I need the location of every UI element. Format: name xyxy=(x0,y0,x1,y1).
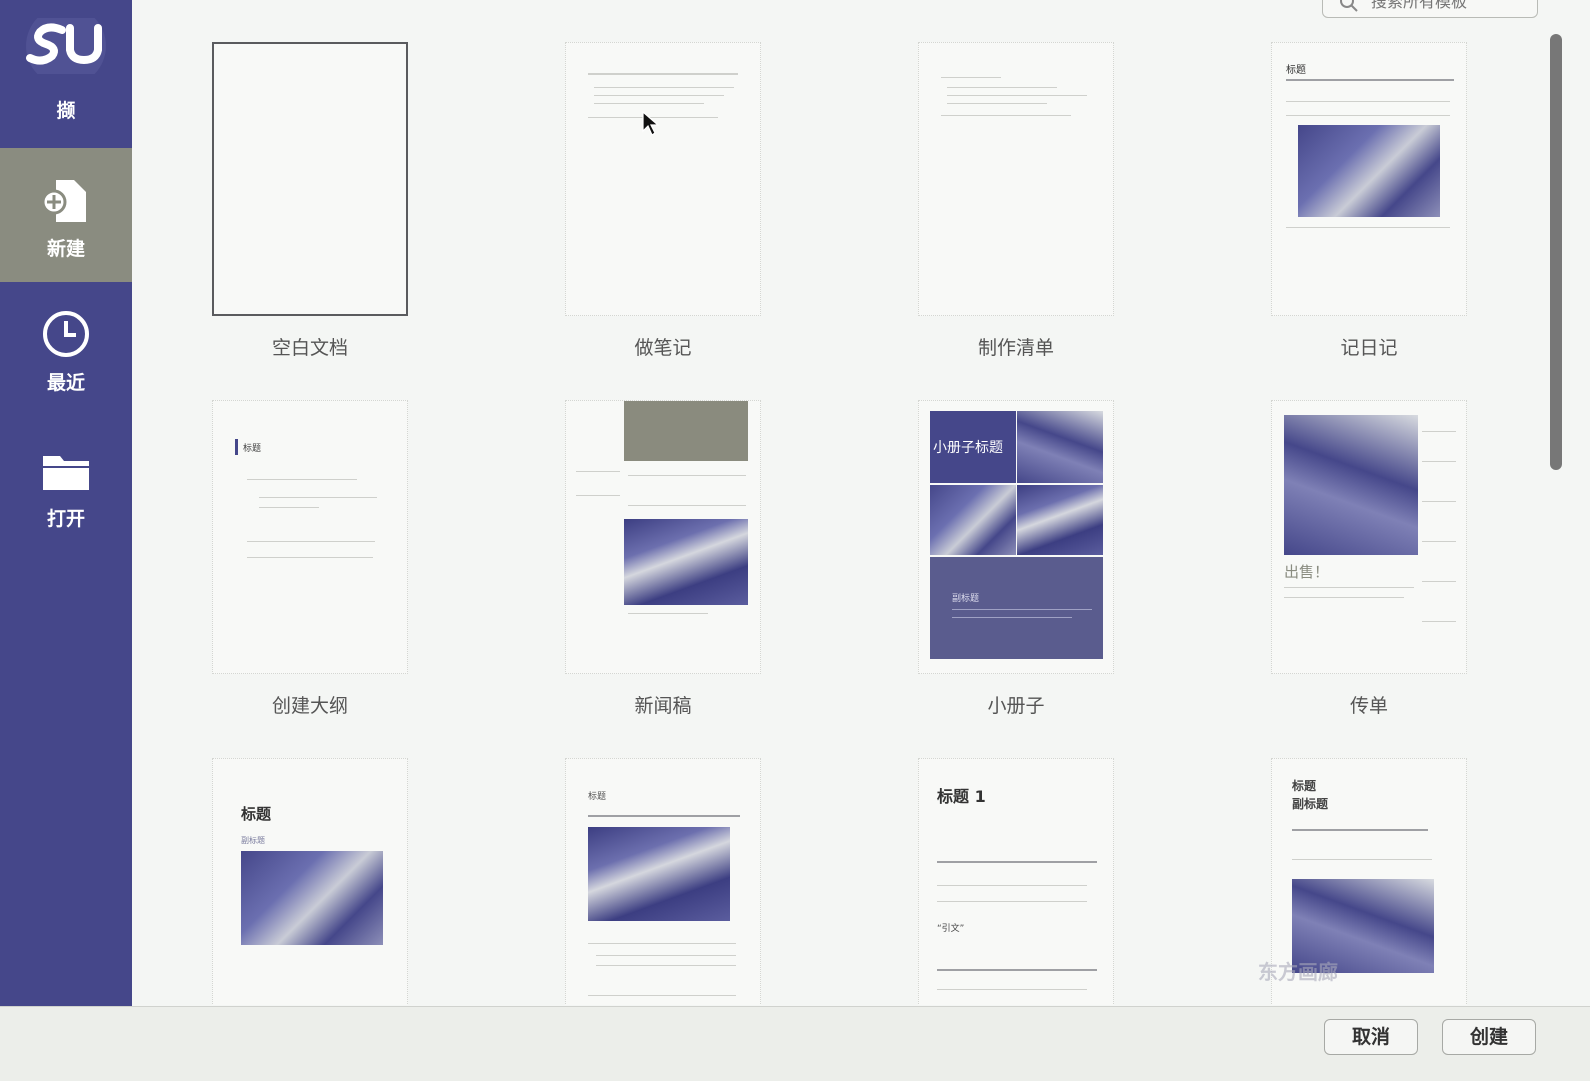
clock-icon xyxy=(43,311,89,357)
template-checklist[interactable] xyxy=(918,42,1114,316)
preview-text: “引文” xyxy=(937,924,965,934)
preview-text: 副标题 xyxy=(952,594,980,604)
template-label: 小册子 xyxy=(987,695,1045,717)
template-notes[interactable] xyxy=(565,42,761,316)
preview-banner xyxy=(624,401,748,461)
sidebar-item-label: 新建 xyxy=(46,238,85,260)
template-label: 做笔记 xyxy=(634,337,692,359)
preview-text: 标题 xyxy=(243,444,262,454)
dialog-footer: 取消 创建 xyxy=(0,1006,1590,1081)
preview-photo xyxy=(1017,485,1103,555)
preview-photo xyxy=(1017,411,1103,483)
preview-text: 出售！ xyxy=(1284,563,1330,581)
su-logo-icon xyxy=(26,18,106,74)
preview-text: 副标题 xyxy=(241,836,265,845)
template-blank[interactable] xyxy=(212,42,408,316)
mouse-cursor-icon xyxy=(642,111,660,136)
preview-photo xyxy=(1298,125,1440,217)
template-report[interactable]: 标题 副标题 xyxy=(212,758,408,1005)
preview-text: 副标题 xyxy=(1292,797,1329,811)
sidebar: 撷 新建 最近 打开 xyxy=(0,0,132,1010)
preview-photo xyxy=(1284,415,1418,555)
folder-icon xyxy=(43,456,89,490)
scrollbar-thumb[interactable] xyxy=(1550,34,1562,470)
template-outline[interactable]: 标题 xyxy=(212,400,408,674)
cancel-button[interactable]: 取消 xyxy=(1324,1019,1418,1055)
template-gallery: 空白文档 做笔记 制作清单 标题 记日记 标题 创建大纲 新闻稿 小册子标题 副… xyxy=(132,0,1550,1005)
template-diary[interactable]: 标题 xyxy=(1271,42,1467,316)
sidebar-item-label: 打开 xyxy=(46,508,85,530)
template-heading[interactable]: 标题 1 “引文” xyxy=(918,758,1114,1005)
app-logo: 撷 xyxy=(0,0,132,148)
sidebar-item-open[interactable]: 打开 xyxy=(0,418,132,552)
create-button[interactable]: 创建 xyxy=(1442,1019,1536,1055)
template-label: 新闻稿 xyxy=(634,695,692,717)
preview-text: 小册子标题 xyxy=(933,440,1003,456)
template-flyer[interactable]: 出售！ xyxy=(1271,400,1467,674)
template-label: 创建大纲 xyxy=(271,695,348,717)
template-label: 制作清单 xyxy=(977,337,1054,359)
new-document-icon xyxy=(41,180,86,222)
preview-text: 标题 xyxy=(1286,65,1306,76)
sidebar-item-recent[interactable]: 最近 xyxy=(0,282,132,416)
template-label: 记日记 xyxy=(1340,337,1398,359)
preview-photo xyxy=(624,519,748,605)
sidebar-item-new[interactable]: 新建 xyxy=(0,148,132,282)
template-story[interactable]: 标题 xyxy=(565,758,761,1005)
logo-label: 撷 xyxy=(56,100,76,122)
preview-text: 标题 xyxy=(588,792,607,802)
preview-text: 标题 1 xyxy=(937,787,986,806)
preview-text: 标题 xyxy=(241,805,272,823)
template-label: 传单 xyxy=(1349,695,1388,717)
template-brochure[interactable]: 小册子标题 副标题 xyxy=(918,400,1114,674)
preview-photo xyxy=(588,827,730,921)
sidebar-item-label: 最近 xyxy=(46,372,85,394)
template-label: 空白文档 xyxy=(271,337,348,359)
preview-text: 标题 xyxy=(1292,779,1317,793)
watermark: 东方画廊 xyxy=(1258,960,1338,984)
preview-photo xyxy=(241,851,383,945)
template-newsletter[interactable] xyxy=(565,400,761,674)
preview-photo xyxy=(930,485,1016,555)
